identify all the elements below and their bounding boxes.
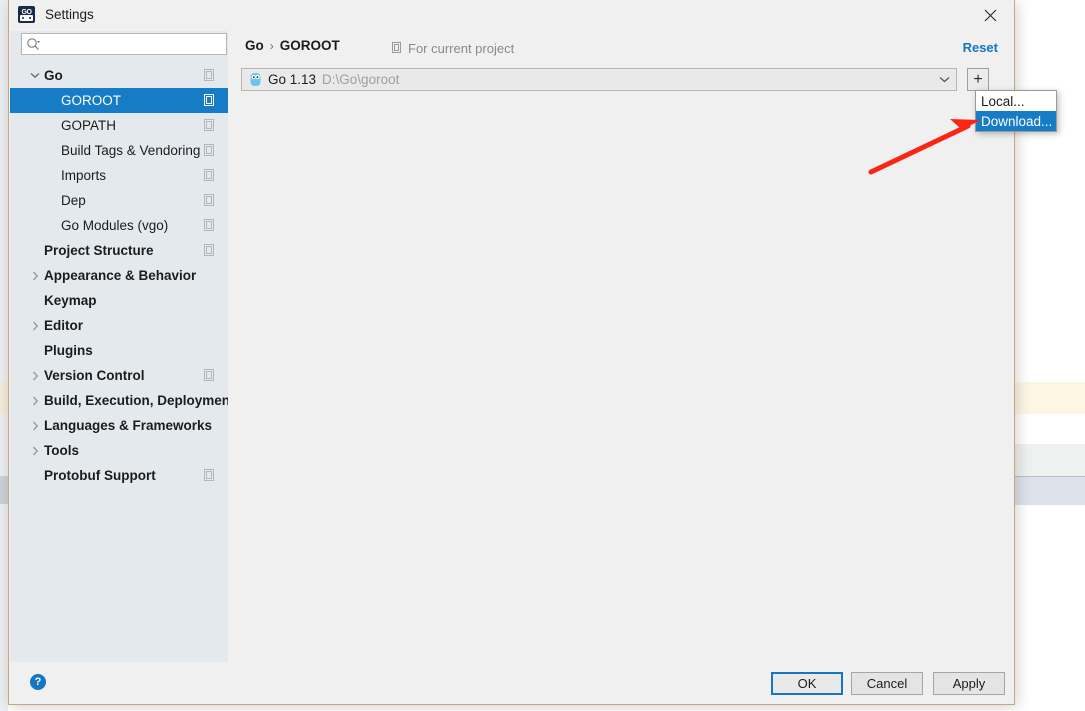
sidebar-item-go-modules-vgo[interactable]: Go Modules (vgo) <box>10 213 228 238</box>
goroot-path: D:\Go\goroot <box>322 72 400 87</box>
search-input[interactable] <box>44 35 223 53</box>
sidebar-item-build-execution-deployment[interactable]: Build, Execution, Deployment <box>10 388 235 413</box>
background-left-stripe-cream <box>0 382 8 414</box>
project-scope-icon <box>392 41 403 56</box>
apply-button[interactable]: Apply <box>933 672 1005 695</box>
scope-badge-icon <box>204 144 216 156</box>
goland-icon: GO <box>18 6 35 23</box>
settings-dialog: GO Settings Go GOROOT GOPATH Build Tags & V… <box>8 0 1015 705</box>
chevron-right-icon[interactable] <box>29 420 41 432</box>
sidebar-item-label: Go <box>44 68 63 83</box>
sidebar-item-plugins[interactable]: Plugins <box>10 338 228 363</box>
settings-sidebar: Go GOROOT GOPATH Build Tags & Vendoring Impo… <box>10 31 235 663</box>
sidebar-item-version-control[interactable]: Version Control <box>10 363 228 388</box>
sidebar-item-label: Plugins <box>44 343 93 358</box>
sidebar-item-tools[interactable]: Tools <box>10 438 228 463</box>
settings-content-panel: Go › GOROOT For current project Reset Go… <box>228 31 1013 663</box>
chevron-down-icon[interactable] <box>932 69 956 90</box>
sidebar-item-label: Version Control <box>44 368 145 383</box>
settings-tree: Go GOROOT GOPATH Build Tags & Vendoring Impo… <box>10 63 235 488</box>
sidebar-item-label: Build, Execution, Deployment <box>44 393 235 408</box>
popup-item-download[interactable]: Download... <box>976 111 1056 131</box>
close-icon[interactable] <box>967 0 1014 30</box>
sidebar-item-label: GOPATH <box>61 118 117 133</box>
goroot-name: Go 1.13 <box>268 72 317 87</box>
dialog-title-bar: GO Settings <box>9 0 1014 32</box>
breadcrumb: Go › GOROOT <box>245 38 340 53</box>
chevron-right-icon[interactable] <box>29 370 41 382</box>
dialog-title: Settings <box>45 7 94 22</box>
sidebar-item-label: Tools <box>44 443 79 458</box>
cancel-button[interactable]: Cancel <box>851 672 923 695</box>
scope-badge-icon <box>204 194 216 206</box>
scope-badge-icon <box>204 369 216 381</box>
ok-button[interactable]: OK <box>771 672 843 695</box>
chevron-right-icon[interactable] <box>29 395 41 407</box>
background-left-stripe-sel <box>0 476 8 504</box>
sidebar-item-imports[interactable]: Imports <box>10 163 228 188</box>
scope-badge-icon <box>204 94 216 106</box>
scope-badge-icon <box>204 219 216 231</box>
for-current-project-text: For current project <box>408 41 515 56</box>
sidebar-item-label: Build Tags & Vendoring <box>61 143 201 158</box>
goroot-combobox[interactable]: Go 1.13 D:\Go\goroot <box>241 68 957 91</box>
sidebar-item-label: Keymap <box>44 293 97 308</box>
scope-badge-icon <box>204 119 216 131</box>
popup-item-local[interactable]: Local... <box>976 91 1056 111</box>
chevron-right-icon[interactable] <box>29 270 41 282</box>
scope-badge-icon <box>204 69 216 81</box>
chevron-right-icon[interactable] <box>29 320 41 332</box>
sidebar-item-languages-frameworks[interactable]: Languages & Frameworks <box>10 413 228 438</box>
sidebar-item-label: Project Structure <box>44 243 154 258</box>
sidebar-item-gopath[interactable]: GOPATH <box>10 113 228 138</box>
sidebar-item-label: Imports <box>61 168 107 183</box>
sidebar-item-keymap[interactable]: Keymap <box>10 288 228 313</box>
chevron-down-icon[interactable] <box>29 70 41 82</box>
scope-badge-icon <box>204 169 216 181</box>
goroot-selector-row: Go 1.13 D:\Go\goroot + <box>241 68 1001 91</box>
sidebar-item-label: Editor <box>44 318 83 333</box>
search-box[interactable] <box>21 33 227 55</box>
gopher-icon <box>249 72 262 87</box>
scope-badge-icon <box>204 244 216 256</box>
sidebar-item-dep[interactable]: Dep <box>10 188 228 213</box>
reset-link[interactable]: Reset <box>963 40 998 55</box>
search-icon <box>26 37 41 52</box>
sidebar-item-label: Go Modules (vgo) <box>61 218 169 233</box>
sidebar-item-goroot[interactable]: GOROOT <box>10 88 228 113</box>
sidebar-item-label: Appearance & Behavior <box>44 268 197 283</box>
breadcrumb-current: GOROOT <box>279 38 340 53</box>
sidebar-item-protobuf-support[interactable]: Protobuf Support <box>10 463 228 488</box>
sidebar-item-appearance-behavior[interactable]: Appearance & Behavior <box>10 263 228 288</box>
sidebar-item-project-structure[interactable]: Project Structure <box>10 238 228 263</box>
background-left-stripe <box>0 0 8 711</box>
chevron-right-icon[interactable] <box>29 445 41 457</box>
sidebar-item-label: GOROOT <box>61 93 121 108</box>
dialog-footer: ? OK Cancel Apply <box>10 662 1013 703</box>
sidebar-item-label: Dep <box>61 193 86 208</box>
sidebar-item-label: Languages & Frameworks <box>44 418 213 433</box>
help-icon[interactable]: ? <box>30 674 46 690</box>
add-sdk-popup-menu: Local... Download... <box>975 90 1057 132</box>
for-current-project-label: For current project <box>392 41 514 56</box>
breadcrumb-root[interactable]: Go <box>245 38 264 53</box>
sidebar-item-label: Protobuf Support <box>44 468 156 483</box>
breadcrumb-separator: › <box>269 38 274 53</box>
sidebar-item-editor[interactable]: Editor <box>10 313 228 338</box>
scope-badge-icon <box>204 469 216 481</box>
add-sdk-button[interactable]: + <box>967 68 989 91</box>
sidebar-item-go[interactable]: Go <box>10 63 228 88</box>
sidebar-item-build-tags-vendoring[interactable]: Build Tags & Vendoring <box>10 138 228 163</box>
